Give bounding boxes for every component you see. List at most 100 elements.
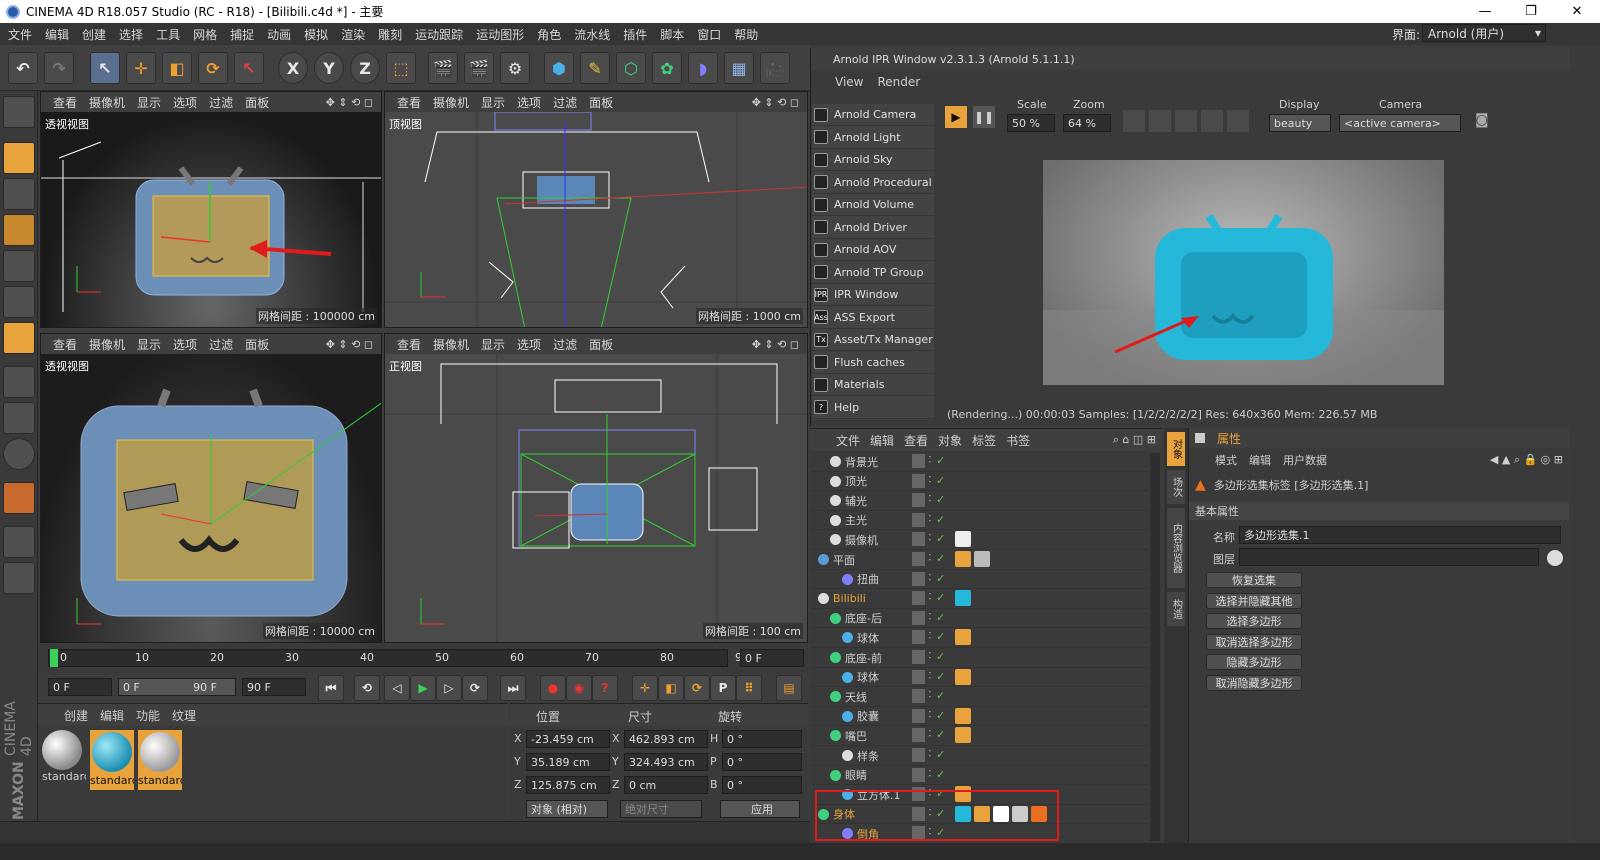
redo-button[interactable]: ↷: [44, 52, 74, 84]
tab-takes[interactable]: 场次: [1167, 470, 1185, 504]
tag-icon[interactable]: [955, 668, 971, 685]
object-visibility-flags[interactable]: ⠅ ✓: [912, 708, 950, 724]
tab-structure[interactable]: 构造: [1167, 592, 1185, 626]
edges-mode-button[interactable]: [3, 286, 35, 318]
region-icon[interactable]: [1175, 110, 1197, 132]
arnold-menu-item[interactable]: Arnold Camera: [812, 104, 934, 126]
visibility-dots-icon[interactable]: ⠅: [928, 770, 935, 780]
layer-flag-icon[interactable]: [912, 708, 925, 723]
viewport-front[interactable]: 查看 摄像机 显示 选项 过滤 面板 ✥ ⇕ ⟲ ◻ 正视图 网格间距 : 100 cm: [384, 333, 808, 643]
object-row[interactable]: 胶囊 ⠅ ✓: [812, 707, 1152, 727]
object-visibility-flags[interactable]: ⠅ ✓: [912, 728, 950, 743]
object-visibility-flags[interactable]: ⠅ ✓: [912, 610, 950, 626]
workplane-button[interactable]: [3, 562, 35, 594]
render-view-button[interactable]: 🎬: [428, 52, 458, 84]
menu-item[interactable]: 插件: [623, 26, 647, 43]
attr-menu-mode[interactable]: 模式: [1215, 452, 1237, 468]
next-key-button[interactable]: ⟳: [462, 675, 488, 701]
menu-item[interactable]: 工具: [156, 26, 180, 43]
object-name[interactable]: 胶囊: [857, 708, 879, 724]
object-name[interactable]: 底座-前: [845, 650, 882, 666]
material-item[interactable]: standard: [138, 730, 182, 790]
object-row[interactable]: 扭曲 ⠅ ✓: [812, 570, 1152, 590]
attr-menu-edit[interactable]: 编辑: [1249, 452, 1271, 468]
arnold-menu-item[interactable]: Arnold AOV: [812, 239, 934, 261]
attr-action-button[interactable]: 取消选择多边形: [1206, 633, 1302, 650]
object-row[interactable]: 天线 ⠅ ✓: [812, 687, 1152, 707]
enabled-check-icon[interactable]: ✓: [936, 709, 945, 722]
brush-icon[interactable]: [1227, 110, 1249, 132]
arnold-menu-item[interactable]: Arnold Procedural: [812, 172, 934, 194]
layer-flag-icon[interactable]: [912, 767, 925, 782]
size-mode-select[interactable]: 绝对尺寸: [620, 800, 702, 818]
camera-button[interactable]: 🎥: [760, 52, 790, 84]
keyframe-selection-button[interactable]: ?: [592, 675, 618, 701]
attr-action-button[interactable]: 隐藏多边形: [1206, 654, 1302, 670]
menu-item[interactable]: 模拟: [304, 26, 328, 43]
layer-field[interactable]: [1239, 548, 1539, 566]
layer-flag-icon[interactable]: [912, 512, 925, 527]
frame-range-slider[interactable]: 0 F 90 F: [118, 678, 236, 696]
enabled-check-icon[interactable]: ✓: [936, 748, 945, 761]
tag-icon[interactable]: [974, 551, 990, 567]
object-row[interactable]: 球体 ⠅ ✓: [812, 668, 1152, 688]
object-name[interactable]: 平面: [833, 552, 855, 568]
texture-mode-button[interactable]: [3, 178, 35, 210]
menu-item[interactable]: 运动图形: [476, 26, 524, 43]
om-menu-bookmarks[interactable]: 书签: [1006, 432, 1030, 449]
live-select-button[interactable]: ↖: [90, 52, 120, 84]
vp-menu-display[interactable]: 显示: [481, 94, 505, 111]
arnold-menu-item[interactable]: Arnold Volume: [812, 194, 934, 216]
vp-menu-view[interactable]: 查看: [397, 336, 421, 353]
x-axis-button[interactable]: X: [278, 52, 308, 84]
viewport-nav-icon[interactable]: ✥ ⇕ ⟲ ◻: [752, 96, 799, 109]
viewport-nav-icon[interactable]: ✥ ⇕ ⟲ ◻: [752, 338, 799, 351]
floor-button[interactable]: ▦: [724, 52, 754, 84]
object-row[interactable]: 主光 ⠅ ✓: [812, 511, 1152, 531]
om-menu-file[interactable]: 文件: [836, 432, 860, 449]
render-settings-button[interactable]: ⚙: [500, 52, 530, 84]
tag-icon[interactable]: [955, 551, 971, 567]
recent-tool-button[interactable]: ↖: [234, 52, 264, 84]
object-visibility-flags[interactable]: ⠅ ✓: [912, 532, 950, 547]
playhead[interactable]: [50, 649, 58, 667]
object-name[interactable]: 样条: [857, 748, 879, 764]
layer-flag-icon[interactable]: [912, 473, 925, 488]
viewport-canvas[interactable]: 透视视图 网格间距 : 100000 cm: [41, 112, 381, 327]
vp-menu-panel[interactable]: 面板: [589, 336, 613, 353]
enabled-check-icon[interactable]: ✓: [936, 728, 945, 741]
attr-menu-user-data[interactable]: 用户数据: [1283, 452, 1327, 468]
key-parameter-button[interactable]: P: [710, 675, 736, 701]
zoom-field[interactable]: 64 %: [1063, 114, 1111, 132]
ipr-pause-button[interactable]: ❚❚: [973, 106, 995, 128]
cube-button[interactable]: ⬢: [544, 52, 574, 84]
object-name[interactable]: 扭曲: [857, 571, 879, 587]
snapshot-icon[interactable]: ◙: [1475, 112, 1497, 130]
menu-item[interactable]: 动画: [267, 26, 291, 43]
visibility-dots-icon[interactable]: ⠅: [928, 632, 935, 642]
object-visibility-flags[interactable]: ⠅ ✓: [912, 591, 950, 606]
workplane-mode-button[interactable]: [3, 214, 35, 246]
minimize-icon[interactable]: —: [1462, 0, 1508, 23]
render-picture-viewer-button[interactable]: 🎬: [464, 52, 494, 84]
object-row[interactable]: 摄像机 ⠅ ✓: [812, 530, 1152, 550]
key-rotation-button[interactable]: ⟳: [684, 675, 710, 701]
pos-field[interactable]: 35.189 cm: [526, 753, 610, 771]
vp-menu-display[interactable]: 显示: [481, 336, 505, 353]
visibility-dots-icon[interactable]: ⠅: [928, 534, 935, 544]
menu-item[interactable]: 雕刻: [378, 26, 402, 43]
object-visibility-flags[interactable]: ⠅ ✓: [912, 689, 950, 704]
next-frame-button[interactable]: ▷: [436, 675, 462, 701]
mat-menu-edit[interactable]: 编辑: [100, 707, 124, 724]
layer-flag-icon[interactable]: [912, 552, 925, 566]
visibility-dots-icon[interactable]: ⠅: [928, 574, 935, 584]
tag-icon[interactable]: [955, 629, 971, 646]
visibility-dots-icon[interactable]: ⠅: [928, 613, 935, 623]
size-field[interactable]: 462.893 cm: [624, 730, 708, 748]
menu-item[interactable]: 窗口: [697, 26, 721, 43]
tweak-mode-button[interactable]: [3, 402, 35, 434]
vp-menu-panel[interactable]: 面板: [245, 94, 269, 111]
enabled-check-icon[interactable]: ✓: [936, 650, 945, 663]
vp-menu-view[interactable]: 查看: [397, 94, 421, 111]
current-frame-field[interactable]: 0 F: [740, 649, 804, 667]
